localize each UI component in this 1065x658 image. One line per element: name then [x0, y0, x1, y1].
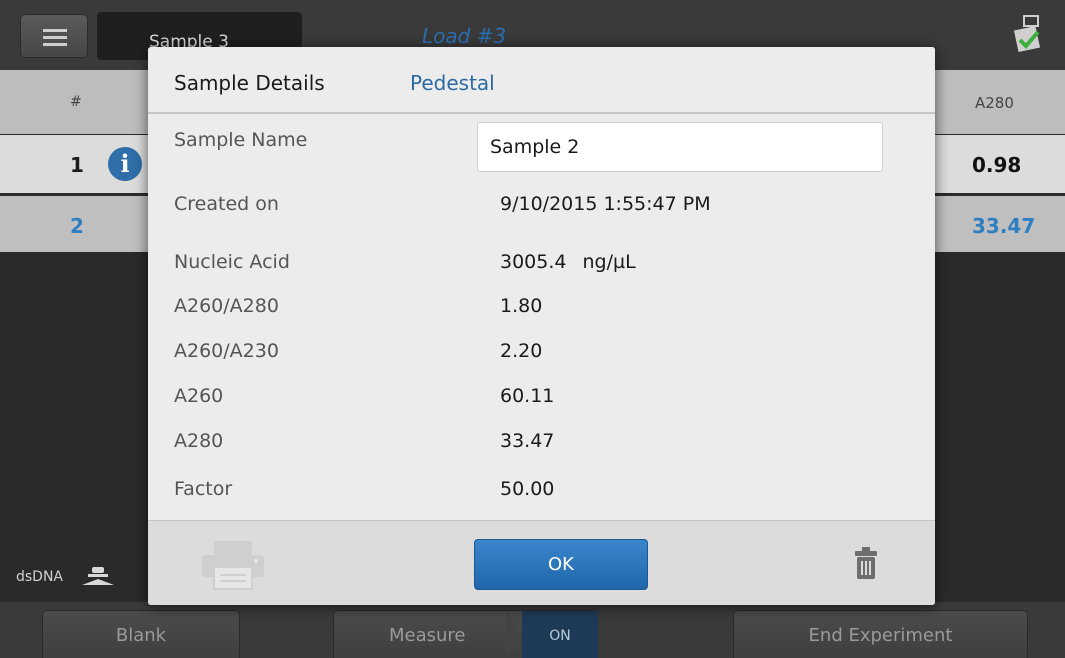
- ok-button[interactable]: OK: [474, 539, 648, 590]
- tab-pedestal[interactable]: Pedestal: [410, 71, 495, 95]
- factor-value: 50.00: [500, 478, 555, 500]
- measure-label: Measure: [389, 625, 466, 646]
- hamburger-icon: [43, 29, 67, 32]
- printer-icon[interactable]: [200, 539, 266, 591]
- row-number: 2: [70, 214, 84, 238]
- column-header-number: #: [70, 94, 82, 110]
- sample-type-label: dsDNA: [16, 569, 64, 585]
- blank-button[interactable]: Blank: [42, 610, 240, 658]
- a260-a280-label: A260/A280: [174, 295, 279, 317]
- row-number: 1: [70, 153, 84, 177]
- chevron-right-icon: [506, 611, 522, 658]
- factor-label: Factor: [174, 478, 233, 500]
- measure-button[interactable]: Measure ON: [333, 610, 598, 658]
- info-icon[interactable]: i: [108, 147, 142, 181]
- pedestal-icon: [82, 567, 114, 585]
- a280-value: 33.47: [500, 430, 555, 452]
- nucleic-acid-value-group: 3005.4 ng/µL: [500, 251, 636, 273]
- dialog-header: Sample Details Pedestal: [148, 47, 935, 114]
- nucleic-acid-value: 3005.4: [500, 251, 567, 273]
- row-a280-value: 33.47: [972, 214, 1036, 238]
- clipboard-check-icon[interactable]: [1010, 14, 1046, 56]
- a260-value: 60.11: [500, 385, 555, 407]
- row-a280-value: 0.98: [972, 153, 1022, 177]
- measure-on-indicator[interactable]: ON: [522, 611, 598, 658]
- column-header-a280: A280: [975, 94, 1014, 112]
- a280-label: A280: [174, 430, 224, 452]
- a260-a230-value: 2.20: [500, 340, 543, 362]
- a260-a230-label: A260/A230: [174, 340, 279, 362]
- load-title: Load #3: [422, 24, 507, 48]
- nucleic-acid-label: Nucleic Acid: [174, 251, 290, 273]
- a260-a280-value: 1.80: [500, 295, 543, 317]
- created-on-label: Created on: [174, 193, 279, 215]
- nucleic-acid-unit: ng/µL: [582, 251, 636, 273]
- sample-name-label: Sample Name: [174, 129, 308, 151]
- bottom-bar: Blank Measure ON End Experiment: [0, 602, 1065, 658]
- created-on-value: 9/10/2015 1:55:47 PM: [500, 193, 711, 215]
- sample-name-input[interactable]: [477, 122, 883, 172]
- menu-button[interactable]: [20, 14, 88, 58]
- dialog-title: Sample Details: [174, 71, 325, 95]
- trash-icon[interactable]: [854, 545, 878, 581]
- a260-label: A260: [174, 385, 224, 407]
- dialog-footer: OK: [148, 520, 935, 605]
- end-experiment-button[interactable]: End Experiment: [733, 610, 1028, 658]
- sample-details-dialog: Sample Details Pedestal Sample Name Crea…: [148, 47, 935, 605]
